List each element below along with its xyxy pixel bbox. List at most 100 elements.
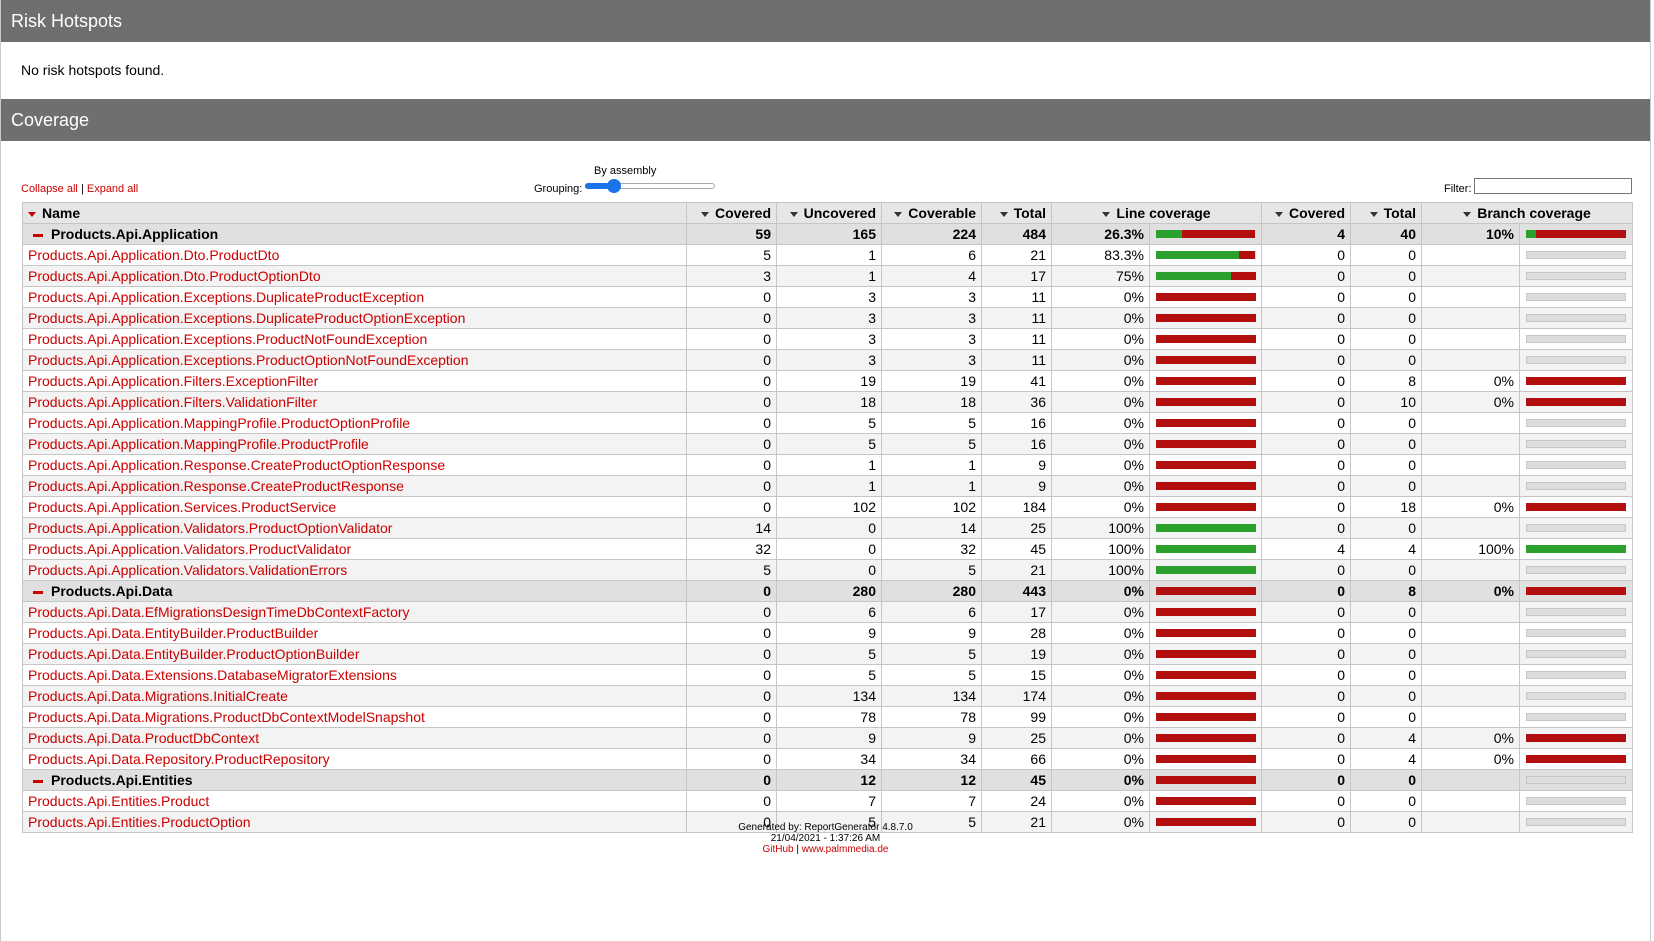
column-header-branch-covered[interactable]: Covered [1261, 202, 1351, 224]
class-link[interactable]: Products.Api.Application.Dto.ProductDto [28, 247, 279, 263]
branch-coverage-bar [1526, 629, 1626, 637]
line-coverage-bar [1155, 608, 1256, 616]
branch-pct-cell [1421, 328, 1520, 350]
class-link[interactable]: Products.Api.Application.MappingProfile.… [28, 436, 369, 452]
generated-date: 21/04/2021 - 1:37:26 AM [770, 833, 881, 844]
class-link[interactable]: Products.Api.Application.Exceptions.Dupl… [28, 289, 424, 305]
coverable-cell: 9 [881, 727, 982, 749]
name-cell: Products.Api.Application.Exceptions.Dupl… [22, 307, 687, 329]
coverable-cell: 4 [881, 265, 982, 287]
branch-bar-cell [1518, 748, 1634, 770]
class-link[interactable]: Products.Api.Data.Repository.ProductRepo… [28, 751, 330, 767]
uncovered-bar-fill [1238, 251, 1256, 259]
sort-arrow-icon [28, 211, 36, 217]
sort-arrow-icon [1274, 211, 1283, 217]
branch-total-cell: 0 [1350, 475, 1422, 497]
table-row: Products.Api.Data.Extensions.DatabaseMig… [22, 664, 1634, 686]
class-link[interactable]: Products.Api.Data.Migrations.ProductDbCo… [28, 709, 425, 725]
covered-cell: 0 [686, 412, 777, 434]
class-link[interactable]: Products.Api.Application.Validators.Prod… [28, 541, 351, 557]
collapse-icon[interactable] [33, 779, 43, 783]
table-row: Products.Api.Application.Dto.ProductOpti… [22, 265, 1634, 287]
uncovered-cell: 134 [776, 685, 882, 707]
column-header-uncovered[interactable]: Uncovered [776, 202, 882, 224]
coverable-cell: 12 [881, 769, 982, 791]
line-coverage-bar [1155, 335, 1256, 343]
class-link[interactable]: Products.Api.Data.ProductDbContext [28, 730, 259, 746]
class-link[interactable]: Products.Api.Data.Extensions.DatabaseMig… [28, 667, 397, 683]
name-cell: Products.Api.Application.Dto.ProductDto [22, 244, 687, 266]
github-link[interactable]: GitHub [762, 844, 793, 855]
column-header-coverable[interactable]: Coverable [881, 202, 982, 224]
class-link[interactable]: Products.Api.Application.Validators.Vali… [28, 562, 347, 578]
total-cell: 45 [981, 538, 1052, 560]
class-link[interactable]: Products.Api.Application.Validators.Prod… [28, 520, 392, 536]
expand-all-link[interactable]: Expand all [87, 183, 138, 195]
assembly-name: Products.Api.Application [51, 226, 219, 242]
total-cell: 36 [981, 391, 1052, 413]
grouping-slider[interactable] [585, 178, 715, 194]
uncovered-cell: 78 [776, 706, 882, 728]
uncovered-cell: 5 [776, 643, 882, 665]
links-separator: | [80, 183, 84, 195]
uncovered-cell: 7 [776, 790, 882, 812]
class-link[interactable]: Products.Api.Application.Filters.Validat… [28, 394, 317, 410]
line-coverage-bar [1155, 734, 1256, 742]
column-header-branch-total[interactable]: Total [1350, 202, 1422, 224]
branch-coverage-bar [1526, 524, 1626, 532]
line-coverage-bar [1155, 650, 1256, 658]
class-link[interactable]: Products.Api.Application.Response.Create… [28, 457, 445, 473]
branch-covered-cell: 0 [1261, 559, 1351, 581]
coverable-cell: 3 [881, 349, 982, 371]
line-coverage-bar [1155, 776, 1256, 784]
line-coverage-bar [1155, 587, 1256, 595]
class-link[interactable]: Products.Api.Data.Migrations.InitialCrea… [28, 688, 288, 704]
collapse-icon[interactable] [33, 233, 43, 237]
name-cell: Products.Api.Application.MappingProfile.… [22, 433, 687, 455]
slider-handle[interactable] [607, 179, 621, 193]
branch-bar-cell [1518, 454, 1634, 476]
column-header-branch-coverage[interactable]: Branch coverage [1420, 202, 1634, 224]
branch-coverage-bar [1526, 713, 1626, 721]
covered-cell: 0 [686, 454, 777, 476]
branch-covered-cell: 0 [1261, 685, 1351, 707]
class-link[interactable]: Products.Api.Application.Filters.Excepti… [28, 373, 318, 389]
assembly-name: Products.Api.Entities [51, 772, 193, 788]
class-link[interactable]: Products.Api.Application.Dto.ProductOpti… [28, 268, 321, 284]
name-cell: Products.Api.Data.ProductDbContext [22, 727, 687, 749]
column-header-covered[interactable]: Covered [686, 202, 777, 224]
class-link[interactable]: Products.Api.Application.MappingProfile.… [28, 415, 410, 431]
class-link[interactable]: Products.Api.Application.Exceptions.Prod… [28, 331, 427, 347]
branch-pct-cell [1421, 244, 1520, 266]
collapse-icon[interactable] [33, 590, 43, 594]
uncovered-bar-fill [1526, 734, 1626, 742]
column-header-line-coverage[interactable]: Line coverage [1051, 202, 1262, 224]
class-link[interactable]: Products.Api.Application.Exceptions.Prod… [28, 352, 468, 368]
total-cell: 21 [981, 244, 1052, 266]
class-link[interactable]: Products.Api.Application.Services.Produc… [28, 499, 336, 515]
column-header-name[interactable]: Name [22, 202, 687, 224]
class-link[interactable]: Products.Api.Data.EntityBuilder.ProductO… [28, 646, 360, 662]
column-header-total[interactable]: Total [981, 202, 1052, 224]
branch-bar-cell [1518, 685, 1634, 707]
branch-pct-cell [1421, 664, 1520, 686]
collapse-all-link[interactable]: Collapse all [21, 183, 78, 195]
class-link[interactable]: Products.Api.Application.Response.Create… [28, 478, 404, 494]
table-row: Products.Api.Application.Validators.Prod… [22, 538, 1634, 560]
class-link[interactable]: Products.Api.Entities.Product [28, 793, 209, 809]
line-pct-cell: 0% [1051, 643, 1150, 665]
covered-cell: 0 [686, 496, 777, 518]
total-cell: 443 [981, 580, 1052, 602]
class-link[interactable]: Products.Api.Data.EfMigrationsDesignTime… [28, 604, 410, 620]
class-link[interactable]: Products.Api.Application.Exceptions.Dupl… [28, 310, 465, 326]
line-coverage-bar [1155, 293, 1256, 301]
branch-total-cell: 0 [1350, 685, 1422, 707]
table-row: Products.Api.Data.EfMigrationsDesignTime… [22, 601, 1634, 623]
class-link[interactable]: Products.Api.Data.EntityBuilder.ProductB… [28, 625, 318, 641]
uncovered-bar-fill [1155, 440, 1256, 448]
palmmedia-link[interactable]: www.palmmedia.de [802, 844, 889, 855]
branch-total-cell: 8 [1350, 370, 1422, 392]
filter-input[interactable] [1474, 178, 1632, 194]
line-bar-cell [1149, 391, 1262, 413]
branch-bar-cell [1518, 412, 1634, 434]
